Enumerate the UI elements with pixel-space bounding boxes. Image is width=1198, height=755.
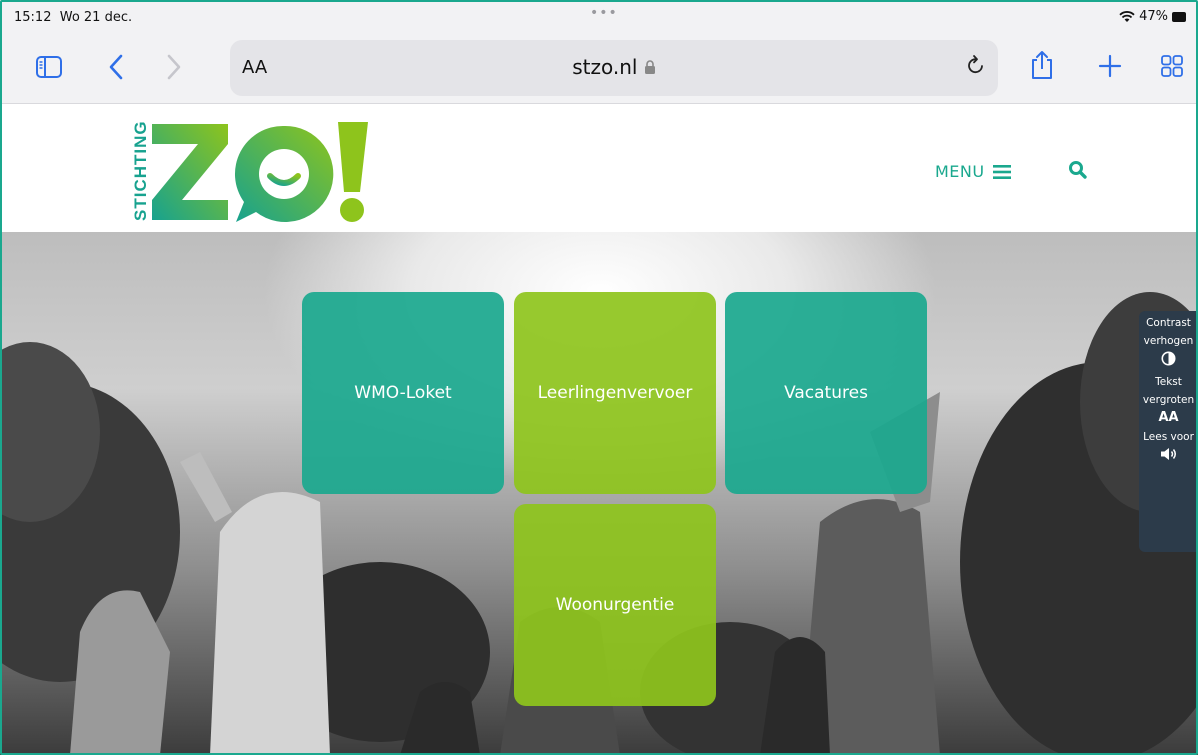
status-date: Wo 21 dec. xyxy=(59,10,133,25)
menu-label: MENU xyxy=(935,162,985,181)
contrast-icon xyxy=(1139,351,1198,370)
wifi-icon xyxy=(1119,10,1135,22)
accessibility-panel: Contrast verhogen Tekst vergroten AA Lee… xyxy=(1139,311,1198,552)
search-button[interactable] xyxy=(1068,160,1088,180)
site-header: STICHTING MENU xyxy=(0,104,1198,232)
forward-icon[interactable] xyxy=(166,54,182,80)
contrast-label-1: Contrast xyxy=(1146,317,1191,329)
text-label-2: vergroten xyxy=(1142,394,1195,406)
search-icon xyxy=(1069,161,1087,179)
tile-wmo-loket[interactable]: WMO-Loket xyxy=(302,292,504,494)
speaker-icon xyxy=(1139,447,1198,465)
contrast-button[interactable]: Contrast verhogen xyxy=(1139,317,1198,370)
sidebar-icon[interactable] xyxy=(36,56,62,78)
status-bar: 15:12 Wo 21 dec. ••• 47% xyxy=(0,0,1198,34)
menu-button[interactable]: MENU xyxy=(935,162,1011,181)
back-icon[interactable] xyxy=(108,54,124,80)
reload-icon[interactable] xyxy=(966,54,986,82)
status-right: 47% xyxy=(1119,9,1186,24)
battery-icon xyxy=(1172,11,1186,22)
text-enlarge-button[interactable]: Tekst vergroten AA xyxy=(1139,376,1198,425)
tabs-overview-icon[interactable] xyxy=(1160,54,1184,78)
lock-icon xyxy=(644,60,655,74)
url-field[interactable]: stzo.nl xyxy=(230,55,998,79)
hamburger-icon xyxy=(992,164,1011,179)
share-icon[interactable] xyxy=(1030,50,1054,80)
text-label-1: Tekst xyxy=(1155,376,1182,388)
read-label: Lees voor xyxy=(1143,431,1194,443)
new-tab-icon[interactable] xyxy=(1098,54,1122,78)
tile-leerlingenvervoer[interactable]: Leerlingenvervoer xyxy=(514,292,716,494)
url-text: stzo.nl xyxy=(572,55,638,79)
logo-stichting-text: STICHTING xyxy=(131,120,150,221)
address-bar[interactable]: AA stzo.nl xyxy=(230,40,998,96)
text-size-icon: AA xyxy=(1158,410,1179,425)
contrast-label-2: verhogen xyxy=(1143,335,1194,347)
read-aloud-button[interactable]: Lees voor xyxy=(1139,431,1198,465)
multitasking-dots[interactable]: ••• xyxy=(590,5,618,21)
battery-percent: 47% xyxy=(1139,9,1168,24)
tile-woonurgentie[interactable]: Woonurgentie xyxy=(514,504,716,706)
stichting-zo-logo[interactable]: STICHTING xyxy=(116,118,376,224)
hero-image: WMO-Loket Leerlingenvervoer Vacatures Wo… xyxy=(0,232,1198,755)
tile-vacatures[interactable]: Vacatures xyxy=(725,292,927,494)
status-time: 15:12 Wo 21 dec. xyxy=(14,10,133,25)
browser-toolbar: AA stzo.nl xyxy=(0,34,1198,104)
